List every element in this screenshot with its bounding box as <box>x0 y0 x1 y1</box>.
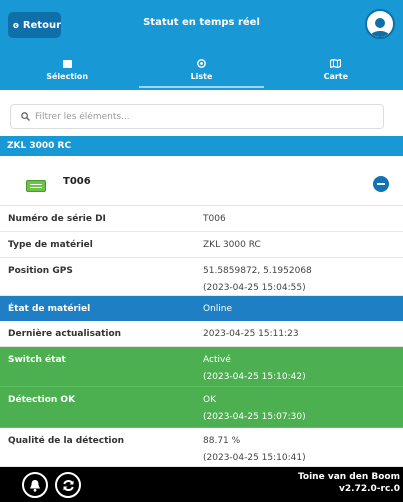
app-header: Retour Statut en temps réel <box>0 0 403 50</box>
target-icon <box>197 59 206 68</box>
detail-label: Numéro de série DI <box>8 214 106 224</box>
quality-value: 88.71 % <box>203 436 241 446</box>
gps-coordinates: 51.5859872, 5.1952068 <box>203 266 312 276</box>
detail-value: ZKL 3000 RC <box>203 240 261 250</box>
tab-map[interactable]: Carte <box>269 50 403 90</box>
collapse-button[interactable] <box>373 176 389 192</box>
user-avatar[interactable] <box>365 9 395 39</box>
refresh-button[interactable] <box>55 472 81 498</box>
tab-map-label: Carte <box>323 72 349 81</box>
tab-selection[interactable]: Sélection <box>0 50 134 90</box>
switch-timestamp: (2023-04-25 15:10:42) <box>203 372 306 382</box>
detail-label: Position GPS <box>8 266 73 276</box>
detail-row-gps: Position GPS 51.5859872, 5.1952068 (2023… <box>0 258 403 296</box>
bell-icon <box>30 479 40 492</box>
detail-row-serial: Numéro de série DI T006 <box>0 206 403 232</box>
tab-selection-label: Sélection <box>46 71 89 81</box>
refresh-icon <box>62 479 74 491</box>
notifications-button[interactable] <box>22 472 48 498</box>
detail-value: 2023-04-25 15:11:23 <box>203 329 299 339</box>
search-box <box>10 104 384 129</box>
detail-value: 88.71 % (2023-04-25 15:10:41) <box>203 433 306 467</box>
minus-icon <box>377 183 385 185</box>
user-icon <box>370 18 390 37</box>
user-name: Toine van den Boom <box>297 472 400 482</box>
device-name: T006 <box>63 176 91 187</box>
detail-label: État de matériel <box>8 304 91 314</box>
view-tabs: Sélection Liste Carte <box>0 50 403 90</box>
bottom-bar: Toine van den Boom v2.72.0-rc.0 <box>0 467 403 502</box>
detail-row-last-update: Dernière actualisation 2023-04-25 15:11:… <box>0 321 403 347</box>
detail-label: Qualité de la détection <box>8 436 125 446</box>
detection-timestamp: (2023-04-25 15:07:30) <box>203 412 306 422</box>
detail-value: T006 <box>203 214 226 224</box>
tab-list[interactable]: Liste <box>134 50 268 90</box>
switch-value: Activé <box>203 355 231 365</box>
map-icon <box>330 59 342 68</box>
search-input[interactable] <box>35 111 365 122</box>
detail-label: Type de matériel <box>8 240 93 250</box>
detail-label: Switch état <box>8 355 66 365</box>
detail-row-state: État de matériel Online <box>0 296 403 321</box>
tab-list-label: Liste <box>190 72 213 81</box>
app-version: v2.72.0-rc.0 <box>339 484 400 494</box>
search-section <box>0 90 403 130</box>
device-row[interactable]: T006 <box>0 156 403 206</box>
detail-value: OK (2023-04-25 15:07:30) <box>203 392 306 426</box>
detail-row-type: Type de matériel ZKL 3000 RC <box>0 232 403 258</box>
group-header[interactable]: ZKL 3000 RC <box>0 136 403 156</box>
detail-row-quality: Qualité de la détection 88.71 % (2023-04… <box>0 428 403 467</box>
detail-value: Online <box>203 304 233 314</box>
detection-value: OK <box>203 395 216 405</box>
detail-value: 51.5859872, 5.1952068 (2023-04-25 15:04:… <box>203 263 312 297</box>
square-icon <box>62 59 72 68</box>
gps-timestamp: (2023-04-25 15:04:55) <box>203 283 306 293</box>
quality-timestamp: (2023-04-25 15:10:41) <box>203 453 306 463</box>
detail-row-switch: Switch état Activé (2023-04-25 15:10:42) <box>0 347 403 387</box>
detail-value: Activé (2023-04-25 15:10:42) <box>203 352 306 386</box>
page-title: Statut en temps réel <box>143 17 260 28</box>
detail-label: Détection OK <box>8 395 76 405</box>
search-icon <box>21 112 30 121</box>
device-icon <box>26 180 46 192</box>
detail-label: Dernière actualisation <box>8 329 122 339</box>
detail-row-detection: Détection OK OK (2023-04-25 15:07:30) <box>0 387 403 428</box>
